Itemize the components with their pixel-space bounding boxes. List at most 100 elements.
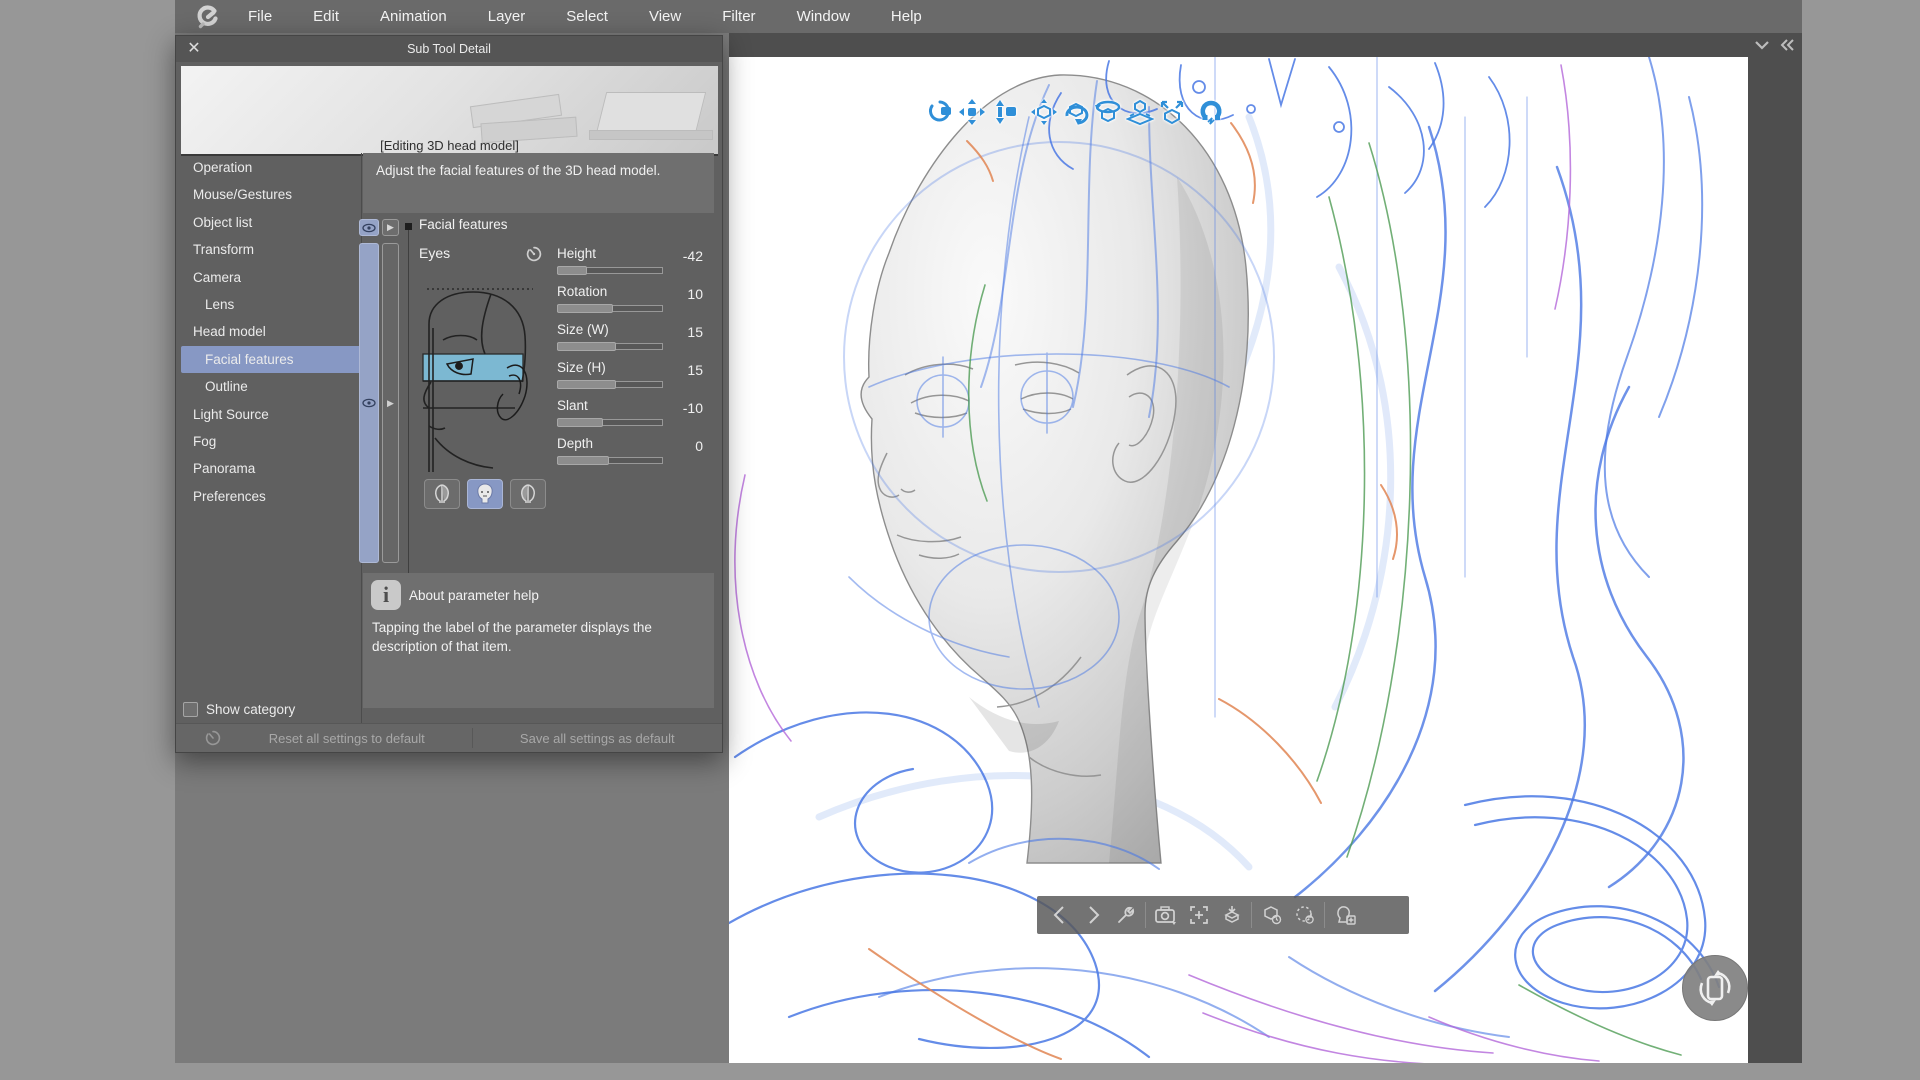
param-slider[interactable] [557, 343, 663, 350]
close-icon[interactable]: ✕ [185, 40, 203, 58]
reset-all-icon [204, 729, 222, 747]
param-value[interactable]: 0 [695, 438, 703, 454]
expand-toggle[interactable]: ▶ [382, 219, 399, 236]
face-view-right-button[interactable] [510, 479, 546, 509]
sidebar-item-camera[interactable]: Camera [181, 264, 361, 291]
add-head-icon[interactable] [1328, 902, 1361, 928]
canvas[interactable] [729, 57, 1748, 1063]
face-view-front-button[interactable] [467, 479, 503, 509]
next-icon[interactable] [1076, 902, 1109, 928]
object-plane-move-icon[interactable] [1126, 98, 1154, 126]
eye-position-diagram [419, 284, 539, 476]
ground-snap-icon[interactable] [1215, 902, 1248, 928]
face-view-left-button[interactable] [424, 479, 460, 509]
menu-file[interactable]: File [234, 8, 286, 25]
parameter-help-panel: i About parameter help Tapping the label… [363, 573, 714, 708]
app-logo[interactable] [195, 4, 221, 30]
info-title: About parameter help [409, 588, 539, 603]
sidebar-item-object-list[interactable]: Object list [181, 209, 361, 236]
eye-icon [362, 223, 376, 233]
eyes-row-label[interactable]: Eyes [419, 245, 450, 261]
param-slider[interactable] [557, 419, 663, 426]
param-label[interactable]: Size (H) [557, 360, 606, 375]
app-window: File Edit Animation Layer Select View Fi… [175, 0, 1802, 1063]
canvas-window [729, 33, 1802, 1063]
param-row: Rotation 10 [554, 284, 718, 322]
menu-select[interactable]: Select [552, 8, 622, 25]
sub-tool-detail-dialog: Sub Tool Detail ✕ [Editing 3D head model… [175, 35, 723, 753]
info-icon: i [371, 580, 401, 610]
menu-help[interactable]: Help [877, 8, 936, 25]
menu-window[interactable]: Window [783, 8, 864, 25]
param-value[interactable]: -42 [683, 248, 703, 264]
param-label[interactable]: Depth [557, 436, 593, 451]
toolbar-divider [1324, 902, 1325, 928]
reset-parameter-icon[interactable] [525, 245, 543, 263]
param-label[interactable]: Height [557, 246, 596, 261]
param-slider[interactable] [557, 305, 663, 312]
param-row: Size (H) 15 [554, 360, 718, 398]
param-slider[interactable] [557, 381, 663, 388]
sidebar-item-facial-features[interactable]: Facial features [181, 346, 361, 373]
camera-pan-icon[interactable] [958, 98, 986, 126]
rotate-device-button[interactable] [1682, 955, 1748, 1021]
param-label[interactable]: Rotation [557, 284, 607, 299]
collapse-command-bar-icon[interactable] [1752, 36, 1772, 54]
sidebar-item-light-source[interactable]: Light Source [181, 401, 361, 428]
sidebar-item-transform[interactable]: Transform [181, 236, 361, 263]
eyes-expand-bar[interactable]: ▶ [382, 243, 399, 563]
tool-preview-image: [Editing 3D head model] [181, 66, 718, 156]
menu-view[interactable]: View [635, 8, 695, 25]
prev-icon[interactable] [1043, 902, 1076, 928]
collapse-panel-icon[interactable] [1777, 36, 1797, 54]
object-spin-icon[interactable] [1094, 98, 1122, 126]
category-list: Operation Mouse/Gestures Object list Tra… [181, 154, 361, 510]
focus-icon[interactable] [1182, 902, 1215, 928]
camera-zoom-icon[interactable] [990, 98, 1018, 126]
menu-layer[interactable]: Layer [474, 8, 540, 25]
reset-all-settings-button[interactable]: Reset all settings to default [222, 731, 472, 746]
param-row: Slant -10 [554, 398, 718, 436]
group-bullet [405, 223, 412, 230]
param-row: Depth 0 [554, 436, 718, 474]
param-value[interactable]: 10 [687, 286, 703, 302]
reset-pose-icon[interactable] [1255, 902, 1288, 928]
object-rotate-icon[interactable] [1062, 98, 1090, 126]
param-slider[interactable] [557, 457, 663, 464]
3d-bottom-toolbar [1037, 896, 1409, 934]
canvas-header [729, 33, 1802, 57]
rotate-snap-icon[interactable] [1288, 902, 1321, 928]
sidebar-item-fog[interactable]: Fog [181, 428, 361, 455]
visibility-toggle[interactable] [359, 219, 379, 236]
snap-magnet-icon[interactable] [1198, 98, 1226, 126]
camera-angle-icon[interactable] [1149, 902, 1182, 928]
param-label[interactable]: Size (W) [557, 322, 609, 337]
param-slider[interactable] [557, 267, 663, 274]
sidebar-item-panorama[interactable]: Panorama [181, 455, 361, 482]
group-indent-line [408, 228, 409, 596]
object-scale-icon[interactable] [1158, 98, 1186, 126]
3d-manipulation-toolbar [926, 98, 1226, 126]
menu-animation[interactable]: Animation [366, 8, 461, 25]
sidebar-item-head-model[interactable]: Head model [181, 318, 361, 345]
sidebar-item-lens[interactable]: Lens [181, 291, 361, 318]
camera-rotate-icon[interactable] [926, 98, 954, 126]
save-all-settings-button[interactable]: Save all settings as default [473, 731, 723, 746]
param-row: Size (W) 15 [554, 322, 718, 360]
menu-edit[interactable]: Edit [299, 8, 353, 25]
param-value[interactable]: -10 [683, 400, 703, 416]
eyes-visibility-bar[interactable] [359, 243, 379, 563]
object-move-icon[interactable] [1030, 98, 1058, 126]
param-value[interactable]: 15 [687, 362, 703, 378]
sidebar-item-mouse-gestures[interactable]: Mouse/Gestures [181, 181, 361, 208]
sidebar-item-operation[interactable]: Operation [181, 154, 361, 181]
param-label[interactable]: Slant [557, 398, 588, 413]
wrench-icon[interactable] [1109, 902, 1142, 928]
menu-filter[interactable]: Filter [708, 8, 769, 25]
collapsed-palette-strip[interactable] [1748, 57, 1802, 1063]
sidebar-item-outline[interactable]: Outline [181, 373, 361, 400]
sidebar-item-preferences[interactable]: Preferences [181, 483, 361, 510]
show-category-checkbox[interactable] [183, 702, 198, 717]
dialog-footer: Reset all settings to default Save all s… [176, 723, 722, 752]
param-value[interactable]: 15 [687, 324, 703, 340]
